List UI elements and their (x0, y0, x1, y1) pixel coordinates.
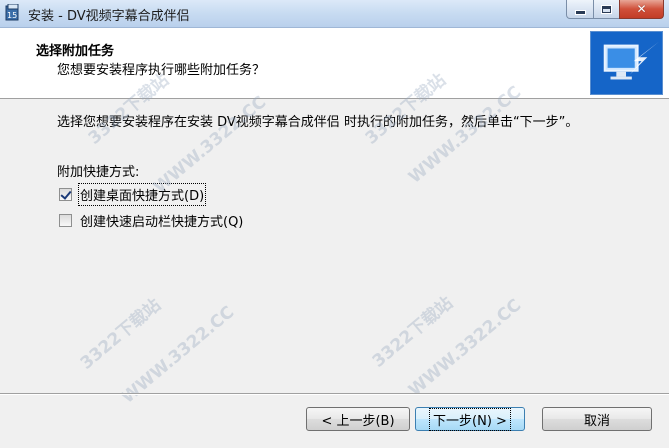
page-subtitle: 您想要安装程序执行哪些附加任务？ (57, 63, 266, 78)
instructions-text: 选择您想要安装程序在安装 DV视频字幕合成伴侣 时执行的附加任务，然后单击“下一… (57, 115, 579, 130)
watermark-text: 3322下载站 (368, 293, 457, 372)
footer-divider (0, 393, 669, 395)
close-icon: ✕ (636, 2, 647, 16)
page-title: 选择附加任务 (36, 44, 115, 59)
watermark: 3322下载站 (365, 289, 457, 372)
next-button-label[interactable]: 下一步(N) > (429, 407, 511, 431)
minimize-button[interactable] (566, 0, 594, 19)
cancel-button[interactable]: 取消 (542, 407, 652, 431)
desktop-shortcut-checkbox[interactable] (59, 188, 72, 201)
title-bar[interactable]: 15 安装 - DV视频字幕合成伴侣 ✕ (0, 0, 669, 28)
installer-app-icon: 15 (5, 4, 19, 21)
close-button[interactable]: ✕ (619, 0, 664, 19)
maximize-icon (602, 5, 611, 13)
quicklaunch-shortcut-label[interactable]: 创建快速启动栏快捷方式(Q) (80, 211, 243, 230)
quicklaunch-shortcut-checkbox[interactable] (59, 214, 72, 227)
maximize-button[interactable] (593, 0, 620, 19)
watermark-url: WWW.3322.CC (149, 92, 271, 198)
window-title: 安装 - DV视频字幕合成伴侣 (28, 9, 190, 24)
quicklaunch-shortcut-option[interactable]: 创建快速启动栏快捷方式(Q) (59, 211, 243, 230)
wizard-header: 选择附加任务 您想要安装程序执行哪些附加任务？ (0, 28, 669, 99)
watermark: WWW.3322.CC (405, 295, 525, 400)
back-button[interactable]: < 上一步(B) (306, 407, 410, 431)
minimize-icon (575, 10, 585, 14)
watermark: 3322下载站 (73, 291, 165, 374)
setup-wizard-icon (590, 31, 663, 95)
desktop-shortcut-label[interactable]: 创建桌面快捷方式(D) (77, 183, 207, 206)
watermark-text: 3322下载站 (76, 295, 165, 374)
svg-text:15: 15 (7, 11, 17, 20)
shortcut-group-label: 附加快捷方式: (57, 165, 140, 180)
next-button[interactable]: 下一步(N) > (415, 407, 525, 431)
desktop-shortcut-option[interactable]: 创建桌面快捷方式(D) (59, 183, 207, 206)
watermark: WWW.3322.CC (118, 302, 238, 407)
watermark-url: WWW.3322.CC (404, 295, 526, 401)
watermark-url: WWW.3322.CC (117, 302, 239, 408)
watermark: WWW.3322.CC (150, 92, 270, 197)
